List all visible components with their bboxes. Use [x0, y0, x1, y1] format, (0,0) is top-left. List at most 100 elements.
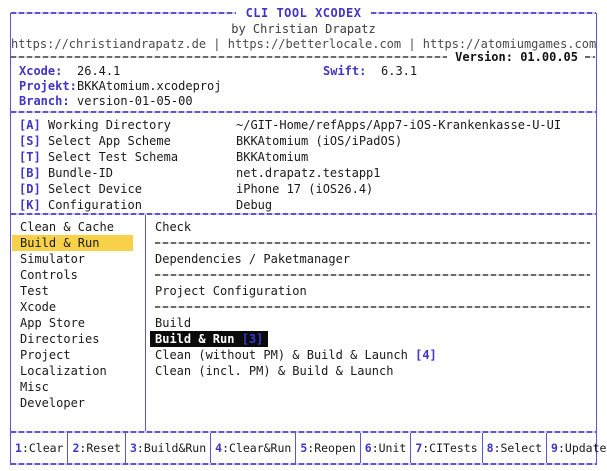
fn-key-label: :Clear&Run: [222, 441, 292, 455]
content-item-build[interactable]: Build: [155, 315, 592, 331]
content-item-project-configuration[interactable]: Project Configuration: [155, 283, 592, 299]
shortcut-row-select-app-scheme[interactable]: [S] Select App Scheme BKKAtomium (iOS/iPad…: [19, 133, 588, 149]
fn-key-number: 1: [15, 441, 22, 455]
content-separator-row: [155, 235, 592, 251]
shortcut-value: BKKAtomium (iOS/iPadOS): [236, 134, 403, 148]
fn-key-clear[interactable]: 1:Clear: [11, 433, 69, 463]
fn-key-label: :Reopen: [307, 441, 356, 455]
menu-item-controls[interactable]: Controls: [12, 267, 133, 283]
branch-label: Branch:: [19, 94, 70, 108]
fn-key-citests[interactable]: 7:CITests: [411, 433, 483, 463]
content-separator-row: [155, 267, 592, 283]
fn-key-label: :Unit: [371, 441, 407, 455]
menu-item-misc[interactable]: Misc: [12, 379, 133, 395]
content-item-clean-without-pm-build-launch[interactable]: Clean (without PM) & Build & Launch [4]: [155, 347, 592, 363]
content-item-check[interactable]: Check: [155, 219, 592, 235]
shortcut-value: iPhone 17 (iOS26.4): [236, 182, 374, 196]
menu-item-build-run[interactable]: Build & Run: [12, 235, 133, 251]
fn-key-label: :Clear: [21, 441, 64, 455]
app-title: CLI TOOL XCODEX: [235, 6, 372, 20]
menu-item-project[interactable]: Project: [12, 347, 133, 363]
shortcut-label: Select Device: [48, 182, 142, 196]
project-info: Xcode: 26.4.1 Swift: 6.3.1 Projekt: BKKA…: [11, 62, 596, 111]
xcode-label: Xcode:: [19, 64, 63, 78]
app-frame: CLI TOOL XCODEX by Christian Drapatz htt…: [10, 6, 606, 465]
menu-item-clean-cache[interactable]: Clean & Cache: [12, 219, 133, 235]
info-row-xcode: Xcode: 26.4.1 Swift: 6.3.1: [19, 64, 588, 79]
fn-key-number: 9: [551, 441, 558, 455]
menu-item-developer[interactable]: Developer: [12, 395, 133, 411]
menu-item-xcode[interactable]: Xcode: [12, 299, 133, 315]
fn-key-number: 5: [300, 441, 308, 455]
content-separator: [155, 274, 590, 276]
version-separator: [11, 56, 448, 58]
title-bar: CLI TOOL XCODEX: [11, 4, 596, 22]
swift-label: Swift:: [323, 64, 367, 78]
content-panel: Check Dependencies / Paketmanager Project …: [146, 215, 596, 431]
main-area: Clean & Cache Build & Run Simulator Control…: [11, 215, 596, 431]
content-separator: [155, 242, 590, 244]
menu-item-simulator[interactable]: Simulator: [12, 251, 133, 267]
menu-item-test[interactable]: Test: [12, 283, 133, 299]
title-border-right: [371, 12, 596, 14]
author-byline: by Christian Drapatz: [231, 22, 376, 36]
fn-key-update[interactable]: 9:Update: [547, 433, 607, 463]
fn-key-reopen[interactable]: 5:Reopen: [296, 433, 361, 463]
content-item-dependencies-paketmanager[interactable]: Dependencies / Paketmanager: [155, 251, 592, 267]
menu-item-app-store[interactable]: App Store: [12, 315, 133, 331]
shortcut-key: [T]: [19, 150, 41, 164]
shortcut-list: [A] Working Directory ~/GIT-Home/refApps/A…: [11, 113, 596, 213]
xcode-value: 26.4.1: [77, 64, 121, 78]
shortcut-row-select-device[interactable]: [D] Select Device iPhone 17 (iOS26.4): [19, 181, 588, 197]
fn-key-clear-run[interactable]: 4:Clear&Run: [211, 433, 297, 463]
fn-key-unit[interactable]: 6:Unit: [361, 433, 412, 463]
fn-key-reset[interactable]: 2:Reset: [68, 433, 126, 463]
shortcut-row-working-directory[interactable]: [A] Working Directory ~/GIT-Home/refApps/A…: [19, 117, 588, 133]
swift-value: 6.3.1: [381, 64, 418, 78]
content-item-build-run[interactable]: Build & Run [3]: [150, 331, 592, 347]
fn-key-number: 6: [364, 441, 372, 455]
shortcut-key: [K]: [19, 198, 41, 212]
branch-value: version-01-05-00: [77, 94, 193, 108]
content-item-clean-incl-pm-build-launch[interactable]: Clean (incl. PM) & Build & Launch: [155, 363, 592, 379]
fn-key-label: :Reset: [79, 441, 121, 455]
content-item-badge: [4]: [415, 348, 437, 362]
fn-key-number: 8: [486, 441, 494, 455]
shortcut-label: Configuration: [48, 198, 142, 212]
content-separator-row: [155, 299, 592, 315]
shortcut-value: ~/GIT-Home/refApps/App7-iOS-Krankenkasse…: [236, 118, 562, 132]
shortcut-label: Bundle-ID: [48, 166, 114, 180]
shortcut-key: [B]: [19, 166, 41, 180]
shortcut-key: [S]: [19, 134, 41, 148]
content-item-label: Clean (incl. PM) & Build & Launch: [155, 364, 394, 378]
shortcut-row-bundle-id[interactable]: [B] Bundle-ID net.drapatz.testapp1: [19, 165, 588, 181]
shortcut-row-configuration[interactable]: [K] Configuration Debug: [19, 197, 588, 213]
frame-bottom-border: [11, 463, 596, 465]
fn-key-select[interactable]: 8:Select: [483, 433, 548, 463]
menu-item-directories[interactable]: Directories: [12, 331, 133, 347]
content-item-label: Clean (without PM) & Build & Launch: [155, 348, 408, 362]
fn-key-build-run[interactable]: 3:Build&Run: [126, 433, 212, 463]
menu-item-localization[interactable]: Localization: [12, 363, 133, 379]
shortcut-value: net.drapatz.testapp1: [236, 166, 381, 180]
shortcut-label: Working Directory: [48, 118, 171, 132]
content-item-label: Build & Run: [155, 332, 235, 346]
info-row-project: Projekt: BKKAtomium.xcodeproj: [19, 79, 588, 94]
function-key-bar: 1:Clear 2:Reset 3:Build&Run 4:Clear&Run 5:Re…: [11, 433, 606, 463]
version-separator-stub: [585, 56, 595, 58]
shortcut-row-select-test-schema[interactable]: [T] Select Test Schema BKKAtomium: [19, 149, 588, 165]
fn-key-label: :CITests: [422, 441, 478, 455]
fn-key-label: :Select: [493, 441, 543, 455]
fn-key-label: :Build&Run: [136, 441, 207, 455]
fn-key-number: 7: [415, 441, 423, 455]
version-row: Version: 01.00.05: [11, 50, 596, 64]
shortcut-label: Select Test Schema: [48, 150, 179, 164]
fn-key-number: 3: [129, 441, 137, 455]
shortcut-label: Select App Scheme: [48, 134, 171, 148]
sidebar-menu: Clean & Cache Build & Run Simulator Control…: [11, 215, 146, 431]
content-item-label: Dependencies / Paketmanager: [155, 252, 351, 266]
shortcut-key: [A]: [19, 118, 41, 132]
content-item-label: Build: [155, 316, 192, 330]
project-value: BKKAtomium.xcodeproj: [77, 79, 222, 93]
content-separator: [155, 306, 590, 308]
